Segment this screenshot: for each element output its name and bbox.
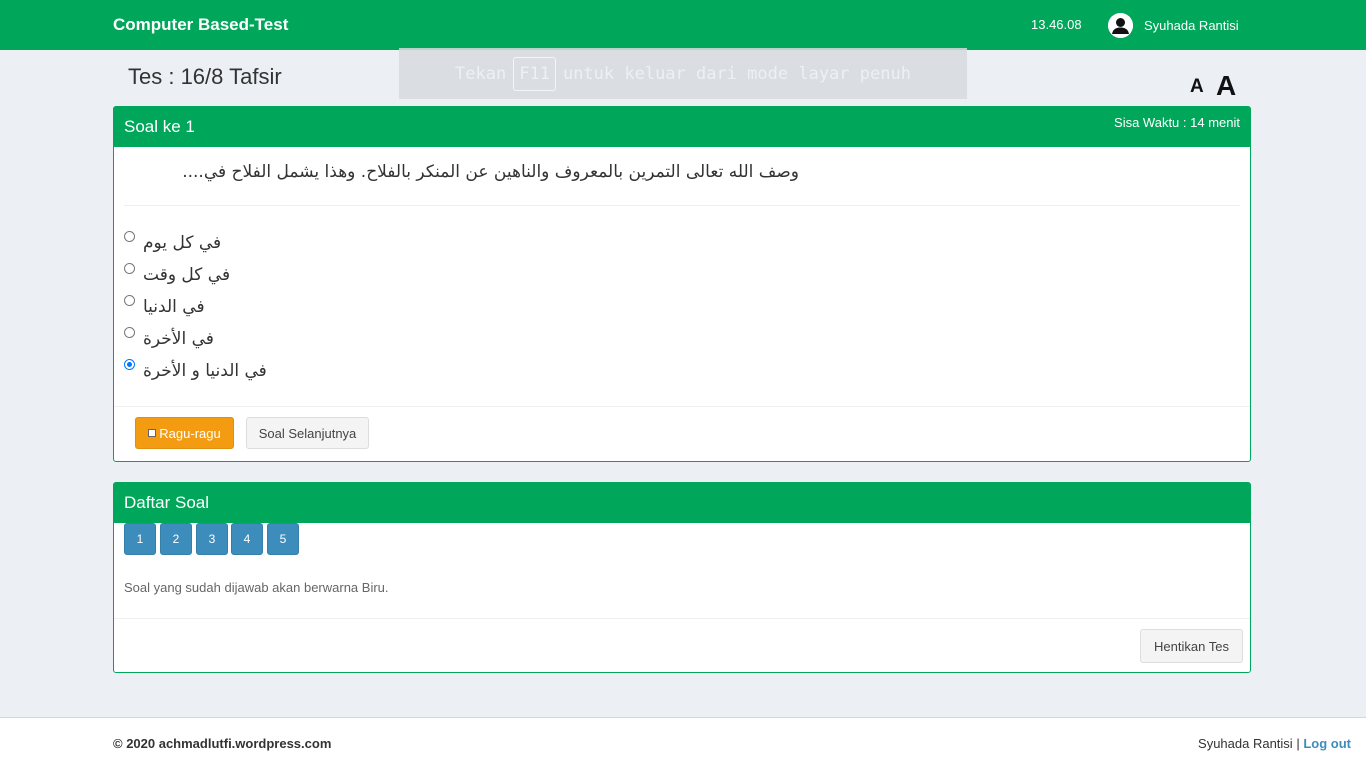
user-avatar-icon (1108, 12, 1133, 38)
doubt-button[interactable]: Ragu-ragu (135, 417, 234, 449)
copyright: © 2020 achmadlutfi.wordpress.com (113, 736, 332, 751)
answer-radio-4[interactable] (124, 327, 135, 338)
app-brand[interactable]: Computer Based-Test (113, 15, 288, 35)
logout-link[interactable]: Log out (1303, 736, 1351, 751)
page-title: Tes : 16/8 Tafsir (128, 64, 282, 89)
answer-option-2[interactable]: في كل وقت (124, 262, 230, 286)
question-nav-button[interactable]: 3 (196, 523, 228, 555)
font-size-large-button[interactable]: A (1216, 70, 1236, 102)
remaining-time: Sisa Waktu : 14 menit (1114, 115, 1240, 130)
panel-footer-divider (114, 618, 1250, 619)
answer-radio-5[interactable] (124, 359, 135, 370)
answer-label-3: في الدنيا (143, 297, 205, 317)
doubt-checkbox-icon[interactable] (148, 429, 157, 437)
next-question-label: Soal Selanjutnya (258, 425, 357, 441)
answer-label-1: في كل يوم (143, 233, 222, 253)
font-size-small-button[interactable]: A (1190, 76, 1204, 98)
footer-user: Syuhada Rantisi | Log out (1198, 736, 1351, 751)
user-menu[interactable]: Syuhada Rantisi (1108, 12, 1239, 38)
stop-test-label: Hentikan Tes (1154, 638, 1229, 654)
footer-separator: | (1296, 736, 1300, 751)
answer-label-4: في الأخرة (143, 329, 214, 349)
fullscreen-notice-before: Tekan (455, 63, 507, 84)
answer-option-4[interactable]: في الأخرة (124, 326, 214, 350)
divider (124, 205, 1240, 206)
page-footer: © 2020 achmadlutfi.wordpress.com Syuhada… (0, 717, 1366, 768)
next-question-button[interactable]: Soal Selanjutnya (246, 417, 369, 449)
answer-option-3[interactable]: في الدنيا (124, 294, 205, 318)
question-list-title: Daftar Soal (124, 493, 210, 512)
clock: 13.46.08 (1031, 17, 1082, 32)
answered-note: Soal yang sudah dijawab akan berwarna Bi… (124, 580, 389, 595)
question-nav-button[interactable]: 5 (267, 523, 299, 555)
stop-test-button[interactable]: Hentikan Tes (1140, 629, 1243, 663)
fullscreen-notice-after: untuk keluar dari mode layar penuh (562, 63, 911, 84)
question-number-title: Soal ke 1 (124, 117, 195, 136)
question-list-header: Daftar Soal (114, 483, 1250, 523)
answer-label-5: في الدنيا و الأخرة (143, 361, 267, 381)
footer-user-name: Syuhada Rantisi (1198, 736, 1293, 751)
answer-radio-3[interactable] (124, 295, 135, 306)
top-navbar: Computer Based-Test 13.46.08 Syuhada Ran… (0, 0, 1366, 50)
answer-label-2: في كل وقت (143, 265, 231, 285)
answer-radio-1[interactable] (124, 231, 135, 242)
question-panel: Soal ke 1 Sisa Waktu : 14 menit وصف الله… (113, 106, 1251, 462)
user-name: Syuhada Rantisi (1144, 17, 1239, 33)
f11-key: F11 (513, 56, 556, 91)
answer-option-5[interactable]: في الدنيا و الأخرة (124, 358, 267, 382)
panel-footer-divider (114, 406, 1250, 407)
answer-radio-2[interactable] (124, 263, 135, 274)
question-nav-button[interactable]: 2 (160, 523, 192, 555)
question-nav-button[interactable]: 4 (231, 523, 263, 555)
fullscreen-notice: Tekan F11 untuk keluar dari mode layar pen… (399, 48, 967, 99)
question-text: وصف الله تعالى التمرين بالمعروف والناهين… (182, 162, 799, 182)
question-list-panel: Daftar Soal 1 2 3 4 5 Soal yang sudah di… (113, 482, 1251, 673)
question-panel-header: Soal ke 1 Sisa Waktu : 14 menit (114, 107, 1250, 147)
question-nav-button[interactable]: 1 (124, 523, 156, 555)
doubt-button-label: Ragu-ragu (159, 425, 221, 441)
answer-option-1[interactable]: في كل يوم (124, 230, 221, 254)
